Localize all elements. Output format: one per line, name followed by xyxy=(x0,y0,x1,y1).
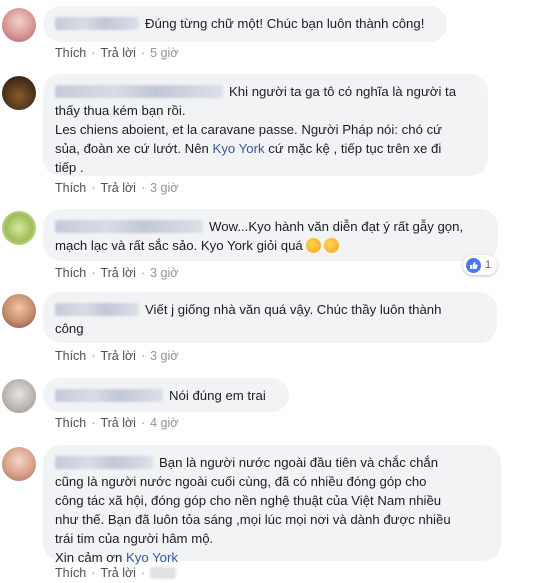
clap-emoji-icon xyxy=(305,238,321,253)
avatar[interactable] xyxy=(2,447,36,481)
reaction-count-badge[interactable]: 1 xyxy=(463,255,498,275)
commenter-name[interactable] xyxy=(55,85,223,98)
reply-link[interactable]: Trả lời xyxy=(100,46,136,60)
comment-text-line: mạch lạc và rất sắc sảo. Kyo York giỏi q… xyxy=(55,238,303,253)
comment-text-line: cũng là người nước ngoài cuối cùng, đã c… xyxy=(55,474,427,489)
commenter-name[interactable] xyxy=(55,456,153,469)
separator: · xyxy=(91,416,96,430)
reply-link[interactable]: Trả lời xyxy=(100,416,136,430)
mention-link[interactable]: Kyo York xyxy=(213,141,265,156)
comment-actions: Thích · Trả lời · 3 giờ xyxy=(55,349,178,363)
comment-text-line: Viết j giống nhà văn quá vậy. Chúc thầy … xyxy=(145,302,442,317)
comment-text-line: Wow...Kyo hành văn diễn đạt ý rất gẫy gọ… xyxy=(209,219,464,234)
avatar[interactable] xyxy=(2,8,36,42)
like-link[interactable]: Thích xyxy=(55,349,86,363)
reply-link[interactable]: Trả lời xyxy=(100,266,136,280)
avatar[interactable] xyxy=(2,211,36,245)
comment-text: Nói đúng em trai xyxy=(169,388,266,403)
comment-actions: Thích · Trả lời · 3 giờ xyxy=(55,181,178,195)
comment-time[interactable]: 3 giờ xyxy=(150,266,178,280)
comment-bubble: Viết j giống nhà văn quá vậy. Chúc thầy … xyxy=(43,292,497,343)
like-link[interactable]: Thích xyxy=(55,181,86,195)
separator: · xyxy=(91,266,96,280)
comment-text-line: tiếp . xyxy=(55,160,84,175)
reply-link[interactable]: Trả lời xyxy=(100,349,136,363)
comment-time[interactable]: 3 giờ xyxy=(150,349,178,363)
comment-text-line: thấy thua kém bạn rồi. xyxy=(55,103,186,118)
comment-text-line: cứ mặc kệ , tiếp tục trên xe đi xyxy=(264,141,442,156)
comment-text-line: Xin cảm ơn xyxy=(55,550,126,565)
like-link[interactable]: Thích xyxy=(55,46,86,60)
like-link[interactable]: Thích xyxy=(55,266,86,280)
separator: · xyxy=(140,181,146,195)
reply-link[interactable]: Trả lời xyxy=(100,181,136,195)
comment-text-line: Les chiens aboient, et la caravane passe… xyxy=(55,122,442,137)
separator: · xyxy=(140,349,146,363)
comment-text-line: công tác xã hội, đóng góp cho nền nghệ t… xyxy=(55,493,442,508)
comment-bubble: Wow...Kyo hành văn diễn đạt ý rất gẫy gọ… xyxy=(43,209,498,261)
separator: · xyxy=(91,349,96,363)
comment-text-line: sủa, đoàn xe cứ lướt. Nên xyxy=(55,141,213,156)
comment-actions: Thích · Trả lời · 4 giờ xyxy=(55,416,178,430)
comment-text: Đúng từng chữ một! Chúc bạn luôn thành c… xyxy=(145,16,425,31)
comment-time[interactable]: 4 giờ xyxy=(150,416,178,430)
comment-time[interactable]: 5 giờ xyxy=(150,46,178,60)
like-reaction-icon xyxy=(466,257,481,273)
commenter-name[interactable] xyxy=(55,389,163,402)
mention-link[interactable]: Kyo York xyxy=(126,550,178,565)
thumbs-up-emoji-icon xyxy=(323,238,339,253)
comment-actions: Thích · Trả lời · 3 giờ xyxy=(55,266,178,280)
separator: · xyxy=(91,46,96,60)
separator: · xyxy=(140,416,146,430)
avatar[interactable] xyxy=(2,379,36,413)
comment-actions: Thích · Trả lời · 5 giờ xyxy=(55,46,178,60)
comment-text-line: như thế. Bạn đã luôn tỏa sáng ,mọi lúc m… xyxy=(55,512,451,527)
comment-bubble: Nói đúng em trai xyxy=(43,378,289,412)
comment-time[interactable]: 3 giờ xyxy=(150,181,178,195)
comment-bubble: Đúng từng chữ một! Chúc bạn luôn thành c… xyxy=(43,6,447,42)
separator: · xyxy=(140,266,146,280)
comment-text-line: Khi người ta ga tô có nghĩa là người ta xyxy=(229,84,457,99)
commenter-name[interactable] xyxy=(55,303,139,316)
commenter-name[interactable] xyxy=(55,17,139,30)
comment-actions: Thích · Trả lời · xyxy=(55,566,177,580)
reply-link[interactable]: Trả lời xyxy=(100,566,136,580)
reaction-count: 1 xyxy=(485,259,492,271)
separator: · xyxy=(91,566,96,580)
like-link[interactable]: Thích xyxy=(55,416,86,430)
commenter-name[interactable] xyxy=(55,220,203,233)
avatar[interactable] xyxy=(2,294,36,328)
comment-time-redacted[interactable] xyxy=(150,567,177,579)
avatar[interactable] xyxy=(2,76,36,110)
comment-bubble: Bạn là người nước ngoài đầu tiên và chắc… xyxy=(43,445,501,565)
comment-text-line: Bạn là người nước ngoài đầu tiên và chắc… xyxy=(159,455,439,470)
comment-text-line: công xyxy=(55,321,84,336)
separator: · xyxy=(140,46,146,60)
like-link[interactable]: Thích xyxy=(55,566,86,580)
separator: · xyxy=(91,181,96,195)
comment-bubble: Khi người ta ga tô có nghĩa là người ta … xyxy=(43,74,488,176)
comment-text-line: trái tim của người hâm mộ. xyxy=(55,531,214,546)
separator: · xyxy=(140,566,146,580)
